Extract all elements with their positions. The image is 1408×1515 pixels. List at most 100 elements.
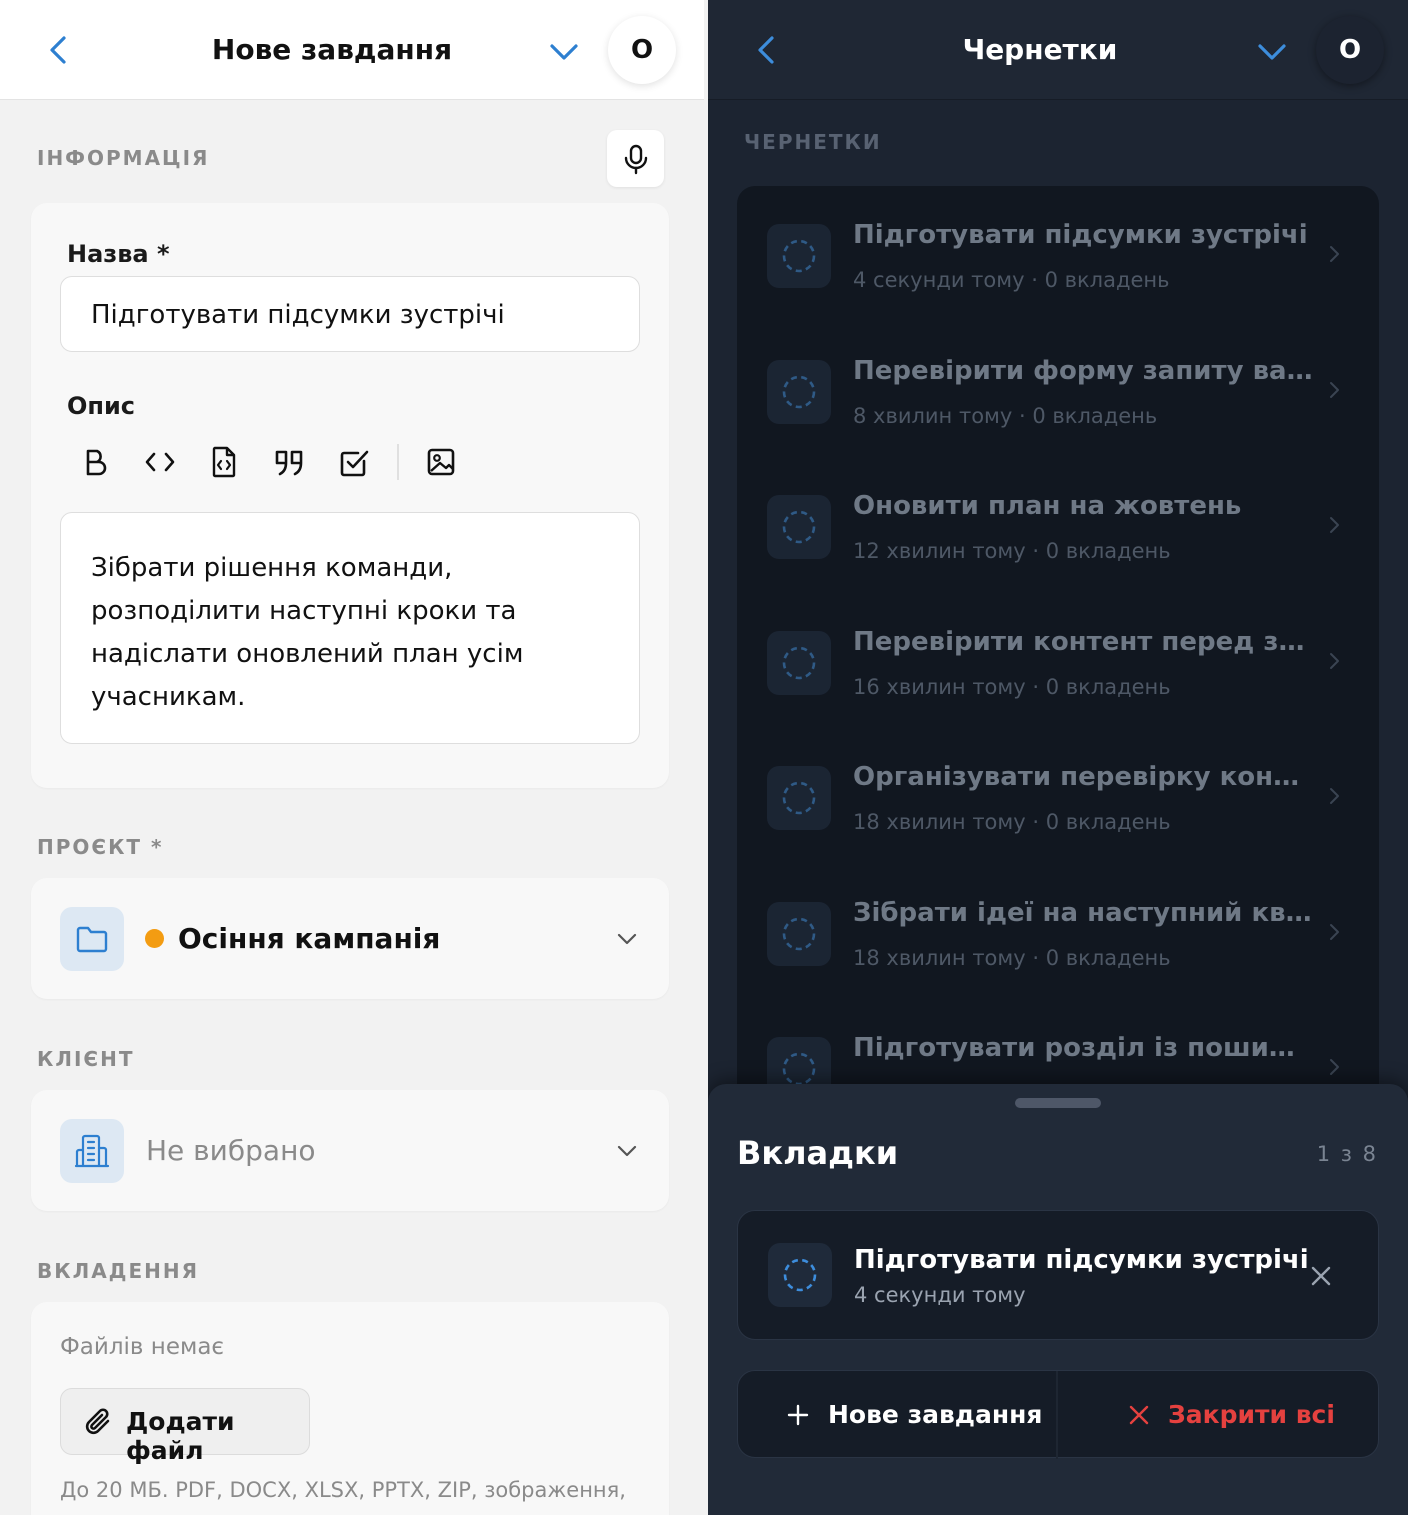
description-line: надіслати оновлений план усім <box>91 639 524 669</box>
draft-title: Підготувати розділ із поширени... <box>853 1033 1313 1063</box>
quote-icon[interactable] <box>271 444 307 480</box>
project-value: Осіння кампанія <box>178 922 441 955</box>
new-task-button[interactable]: Нове завдання <box>738 1371 1056 1459</box>
draft-title: Зібрати ідеї на наступний кварт... <box>853 898 1313 928</box>
tab-status-icon <box>768 1243 832 1307</box>
drafts-header: Чернетки O <box>708 0 1408 100</box>
description-line: учасникам. <box>91 682 246 712</box>
draft-attachments: 0 вкладень <box>1045 810 1171 834</box>
draft-status-icon <box>767 631 831 695</box>
add-file-label: Додати файл <box>126 1407 235 1465</box>
draft-item[interactable]: Перевірити форму запиту варт... 8 хвилин… <box>737 324 1379 454</box>
client-section-title: КЛІЄНТ <box>37 1047 135 1071</box>
draft-item[interactable]: Підготувати підсумки зустрічі 4 секунди … <box>737 188 1379 318</box>
bold-icon[interactable] <box>78 444 114 480</box>
draft-attachments: 0 вкладень <box>1044 268 1170 292</box>
paperclip-icon <box>85 1408 110 1435</box>
draft-item[interactable]: Оновити план на жовтень 12 хвилин тому ·… <box>737 459 1379 589</box>
code-icon[interactable] <box>142 444 178 480</box>
sheet-drag-handle[interactable] <box>1015 1098 1101 1108</box>
new-task-header: Нове завдання O <box>0 0 704 100</box>
project-icon-box <box>60 907 124 971</box>
name-input[interactable]: Підготувати підсумки зустрічі <box>60 276 640 352</box>
draft-time: 18 хвилин тому <box>853 946 1026 970</box>
draft-meta: 8 хвилин тому · 0 вкладень <box>853 404 1158 428</box>
chevron-right-icon <box>1330 246 1339 262</box>
sheet-actions: Нове завдання Закрити всі <box>737 1370 1380 1459</box>
chevron-right-icon <box>1330 924 1339 940</box>
chevron-down-icon[interactable] <box>1252 32 1292 72</box>
client-select[interactable] <box>31 1090 669 1211</box>
dashed-circle-icon <box>782 646 816 680</box>
dashed-circle-icon <box>782 239 816 273</box>
project-section-title: ПРОЄКТ * <box>37 835 164 859</box>
draft-title: Оновити план на жовтень <box>853 491 1242 521</box>
drafts-panel: Чернетки O ЧЕРНЕТКИ Підготувати підсумки… <box>708 0 1408 1515</box>
draft-status-icon <box>767 766 831 830</box>
draft-meta: 18 хвилин тому · 0 вкладень <box>853 810 1171 834</box>
draft-status-icon <box>767 495 831 559</box>
name-label: Назва * <box>67 240 170 268</box>
drafts-list: Підготувати підсумки зустрічі 4 секунди … <box>737 186 1379 1106</box>
code-file-icon[interactable] <box>206 444 242 480</box>
draft-item[interactable]: Зібрати ідеї на наступний кварт... 18 хв… <box>737 866 1379 996</box>
no-files-text: Файлів немає <box>60 1334 225 1360</box>
tabs-bottom-sheet: Вкладки 1 з 8 Підготувати підсумки зустр… <box>708 1084 1408 1515</box>
avatar[interactable]: O <box>1316 16 1384 84</box>
draft-status-icon <box>767 902 831 966</box>
draft-title: Підготувати підсумки зустрічі <box>853 220 1308 250</box>
close-all-button[interactable]: Закрити всі <box>1058 1371 1380 1459</box>
dashed-circle-icon <box>782 510 816 544</box>
close-icon <box>1129 1405 1149 1425</box>
draft-status-icon <box>767 360 831 424</box>
microphone-icon <box>624 144 648 175</box>
voice-input-button[interactable] <box>607 130 664 187</box>
draft-time: 12 хвилин тому <box>853 539 1026 563</box>
close-all-label: Закрити всі <box>1168 1400 1335 1429</box>
draft-title: Перевірити контент перед запу... <box>853 627 1313 657</box>
avatar[interactable]: O <box>608 16 676 84</box>
open-tab-item[interactable]: Підготувати підсумки зустрічі 4 секунди … <box>737 1210 1379 1340</box>
client-icon-box <box>60 1119 124 1183</box>
project-color-dot <box>145 929 164 948</box>
chevron-down-icon[interactable] <box>544 32 584 72</box>
draft-title: Перевірити форму запиту варт... <box>853 356 1313 386</box>
new-task-panel: Нове завдання O ІНФОРМАЦІЯ Назва * Підго… <box>0 0 704 1515</box>
tab-title: Підготувати підсумки зустрічі <box>854 1245 1309 1275</box>
chevron-down-icon[interactable] <box>612 1136 642 1166</box>
draft-meta: 4 секунди тому · 0 вкладень <box>853 268 1170 292</box>
chevron-right-icon <box>1330 788 1339 804</box>
attachments-hint: До 20 МБ. PDF, DOCX, XLSX, PPTX, ZIP, зо… <box>60 1478 626 1502</box>
new-task-label: Нове завдання <box>828 1400 1043 1429</box>
info-section-title: ІНФОРМАЦІЯ <box>37 146 210 170</box>
checkbox-icon[interactable] <box>336 444 372 480</box>
draft-meta: 18 хвилин тому · 0 вкладень <box>853 946 1171 970</box>
close-icon[interactable] <box>1306 1261 1336 1291</box>
toolbar-divider <box>397 444 399 480</box>
tab-time: 4 секунди тому <box>854 1283 1026 1307</box>
dashed-circle-icon <box>783 1258 817 1292</box>
sheet-title: Вкладки <box>737 1134 899 1172</box>
draft-attachments: 0 вкладень <box>1045 946 1171 970</box>
draft-meta: 12 хвилин тому · 0 вкладень <box>853 539 1171 563</box>
draft-attachments: 0 вкладень <box>1032 404 1158 428</box>
draft-time: 16 хвилин тому <box>853 675 1026 699</box>
draft-item[interactable]: Перевірити контент перед запу... 16 хвил… <box>737 595 1379 725</box>
add-file-button[interactable]: Додати файл <box>60 1388 310 1465</box>
draft-meta: 16 хвилин тому · 0 вкладень <box>853 675 1171 699</box>
chevron-right-icon <box>1330 653 1339 669</box>
description-line: розподілити наступні кроки та <box>91 596 517 626</box>
folder-icon <box>76 926 108 953</box>
chevron-down-icon[interactable] <box>612 924 642 954</box>
dashed-circle-icon <box>782 781 816 815</box>
image-icon[interactable] <box>423 444 459 480</box>
draft-title: Організувати перевірку контенту <box>853 762 1313 792</box>
draft-status-icon <box>767 224 831 288</box>
description-textarea[interactable]: Зібрати рішення команди, розподілити нас… <box>60 512 640 744</box>
draft-item[interactable]: Організувати перевірку контенту 18 хвили… <box>737 730 1379 860</box>
draft-time: 18 хвилин тому <box>853 810 1026 834</box>
attachments-section-title: ВКЛАДЕННЯ <box>37 1259 200 1283</box>
chevron-right-icon <box>1330 1059 1339 1075</box>
plus-icon <box>787 1404 809 1426</box>
building-icon <box>74 1134 110 1168</box>
